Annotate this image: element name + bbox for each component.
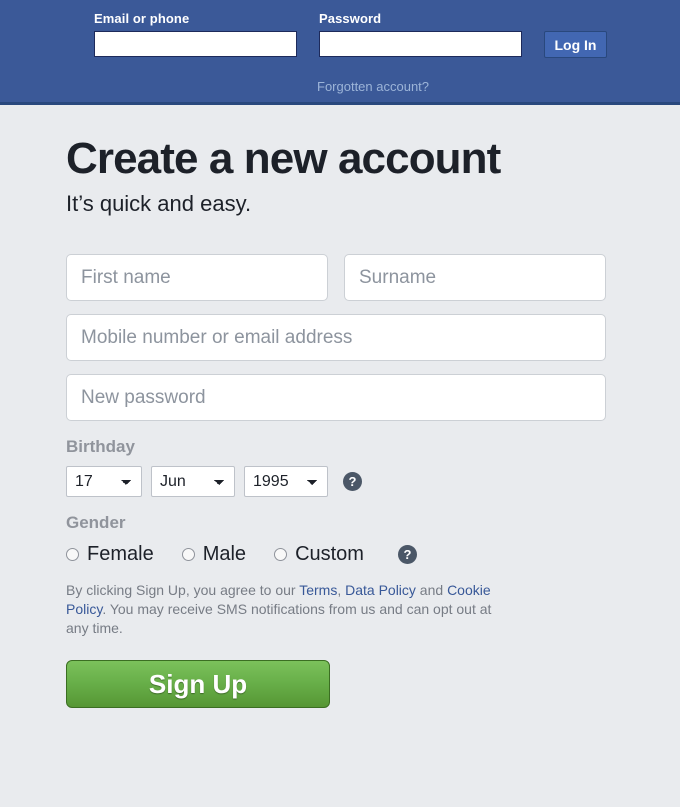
- birthday-day-select[interactable]: 1234567891011121314151617181920212223242…: [66, 466, 142, 497]
- password-field-group: Password: [319, 12, 522, 57]
- log-in-button[interactable]: Log In: [544, 31, 607, 58]
- contact-row: [66, 314, 680, 361]
- forgotten-account-link[interactable]: Forgotten account?: [317, 79, 429, 94]
- password-input[interactable]: [319, 31, 522, 57]
- gender-radio-male[interactable]: [181, 547, 195, 561]
- email-field-group: Email or phone: [94, 12, 297, 57]
- birthday-month-select[interactable]: JanFebMarAprMayJunJulAugSepOctNovDec: [151, 466, 235, 497]
- page-title: Create a new account: [66, 134, 501, 183]
- surname-input[interactable]: [344, 254, 606, 301]
- birthday-year-select[interactable]: 199519961997199819992000: [244, 466, 328, 497]
- gender-radio-female[interactable]: [66, 547, 79, 561]
- question-mark-icon-gender[interactable]: ?: [397, 544, 417, 564]
- gender-row: Female Male Custom ?: [66, 543, 680, 565]
- email-label: Email or phone: [94, 11, 190, 26]
- birthday-row: 1234567891011121314151617181920212223242…: [66, 466, 680, 497]
- registration-form: Birthday 1234567891011121314151617181920…: [66, 254, 680, 708]
- legal-text-part2: ,: [337, 582, 346, 598]
- gender-radio-custom[interactable]: [274, 547, 288, 561]
- password-label: Password: [319, 11, 382, 26]
- signup-section: Create a new account It’s quick and easy…: [0, 133, 680, 708]
- sign-up-button[interactable]: Sign Up: [66, 660, 330, 708]
- first-name-input[interactable]: [66, 254, 328, 301]
- legal-text-part1: By clicking Sign Up, you agree to our: [66, 582, 300, 598]
- page-subtitle: It’s quick and easy.: [66, 191, 252, 216]
- gender-option-label: Female: [87, 543, 154, 565]
- legal-text-part3: and: [415, 582, 448, 598]
- password-row: [66, 374, 680, 421]
- name-row: [66, 254, 680, 301]
- mobile-or-email-input[interactable]: [66, 314, 606, 361]
- new-password-input[interactable]: [66, 374, 606, 421]
- gender-option-female[interactable]: Female: [66, 543, 154, 565]
- login-topbar: Email or phone Password Log In Forgotten…: [0, 0, 680, 105]
- legal-text-part4: . You may receive SMS notifications from…: [66, 601, 492, 636]
- terms-link[interactable]: Terms: [299, 582, 337, 598]
- data-policy-link[interactable]: Data Policy: [345, 582, 416, 598]
- gender-option-label: Custom: [295, 543, 364, 565]
- gender-option-label: Male: [202, 543, 247, 565]
- gender-label: Gender: [66, 513, 126, 532]
- gender-option-custom[interactable]: Custom: [274, 543, 364, 565]
- email-input[interactable]: [94, 31, 297, 57]
- legal-disclaimer: By clicking Sign Up, you agree to our Te…: [66, 581, 496, 638]
- login-form: Email or phone Password Log In: [94, 12, 607, 58]
- question-mark-icon-birthday[interactable]: ?: [343, 472, 362, 491]
- gender-option-male[interactable]: Male: [181, 543, 247, 565]
- birthday-label: Birthday: [66, 437, 135, 456]
